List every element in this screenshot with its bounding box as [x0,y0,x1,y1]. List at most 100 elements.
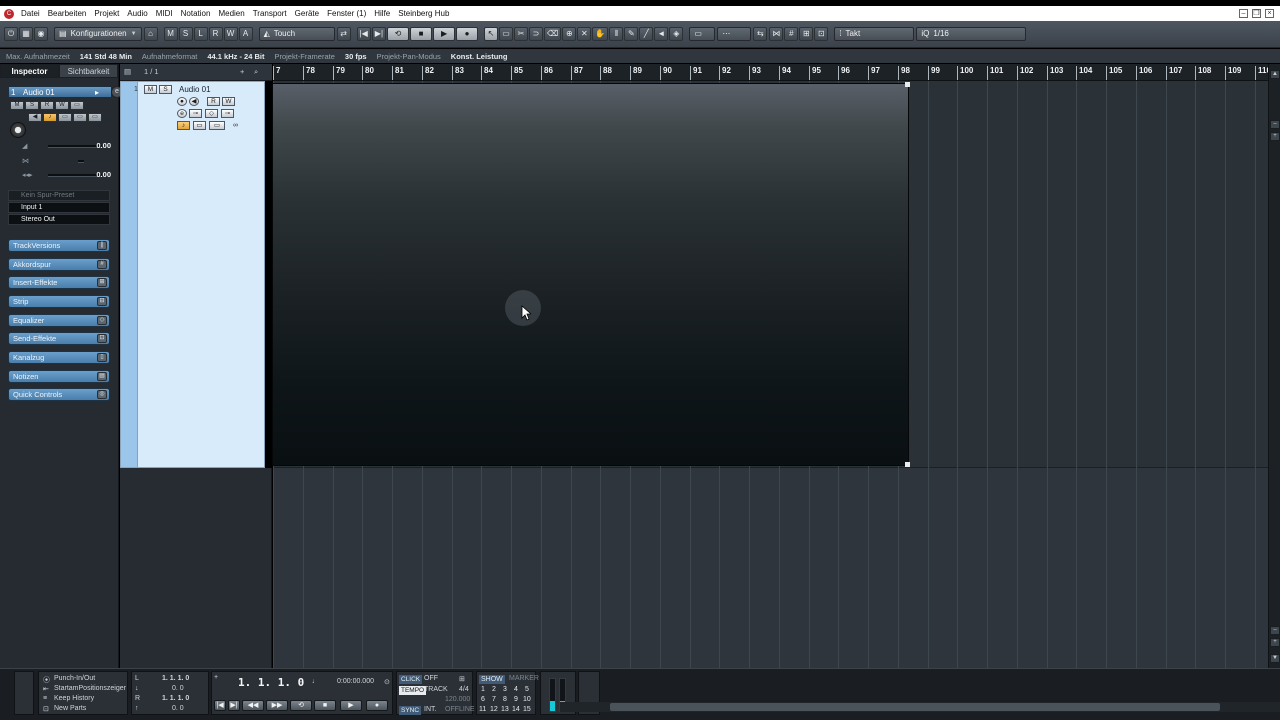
track-preset-field[interactable]: Kein Spur-Preset [8,190,110,201]
track-lanes-button[interactable]: ▭ [193,121,206,130]
track-eq-bypass-button[interactable]: ◇ [205,109,218,118]
show-markers-button[interactable]: SHOW [479,675,505,684]
menu-datei[interactable]: Datei [17,6,44,21]
read-button[interactable]: R [40,101,54,110]
menu-audio[interactable]: Audio [123,6,151,21]
line-tool-icon[interactable]: ╱ [639,27,654,41]
section-insert-effekte[interactable]: Insert-Effekte ⊞ [8,276,110,289]
play-button[interactable]: ▶ [340,700,362,711]
time-warp-icon[interactable]: ⫴ [609,27,624,41]
marker-1[interactable]: 1 [481,686,485,693]
ruler-bar-97[interactable]: 97 [868,66,880,80]
keep-history-label[interactable]: Keep History [54,695,94,702]
activate-project-button[interactable]: ⏻ [4,27,18,41]
input-routing[interactable]: Input 1 [8,202,110,213]
ruler-bar-109[interactable]: 109 [1225,66,1241,80]
video-window[interactable] [273,82,910,467]
track-monitor-button[interactable]: ◀ [189,97,199,106]
tempo-value[interactable]: 120.000 [445,696,470,703]
zoom-tool-icon[interactable]: ⊕ [562,27,577,41]
ruler-bar-100[interactable]: 100 [957,66,973,80]
output-routing[interactable]: Stereo Out [8,214,110,225]
marker-7[interactable]: 7 [492,696,496,703]
ruler-bar-78[interactable]: 78 [303,66,315,80]
cycle-button[interactable]: ⟲ [387,27,410,41]
menu-bearbeiten[interactable]: Bearbeiten [44,6,91,21]
cycle-button[interactable]: ⟲ [290,700,312,711]
edit-button[interactable]: ▭ [70,101,84,110]
global-solo-button[interactable]: S [178,27,193,41]
color-tool-icon[interactable]: ◈ [669,27,684,41]
ruler-bar-99[interactable]: 99 [928,66,940,80]
precount-icon[interactable]: ↓ [135,685,139,692]
minimize-icon[interactable]: – [1239,9,1248,18]
menu-midi[interactable]: MIDI [152,6,177,21]
stop-button[interactable]: ■ [410,27,433,41]
ruler-bar-94[interactable]: 94 [779,66,791,80]
global-a-button[interactable]: A [238,27,253,41]
new-parts-label[interactable]: New Parts [54,705,86,712]
volume-value[interactable]: 0.00 [96,141,111,150]
pan-value[interactable]: 0.00 [96,170,111,179]
section-notizen[interactable]: Notizen ▤ [8,370,110,383]
inspector-track-name[interactable]: 1 Audio 01 ▸ e [8,86,123,98]
ruler-bar-103[interactable]: 103 [1047,66,1063,80]
marker-12[interactable]: 12 [490,706,498,713]
lock-button[interactable]: ▭ [73,113,87,122]
timebase-button[interactable]: ♪ [43,113,57,122]
global-write-button[interactable]: W [223,27,238,41]
global-mute-button[interactable]: M [163,27,178,41]
marker-11[interactable]: 11 [479,706,486,713]
record-button[interactable]: ● [366,700,388,711]
track-fx-bypass-button[interactable]: ⊸ [189,109,202,118]
stop-button[interactable]: ■ [314,700,336,711]
zoom-out-vertical-icon[interactable]: – [1270,120,1280,129]
ruler-bar-104[interactable]: 104 [1076,66,1092,80]
track-timebase-button[interactable]: ♪ [177,121,190,130]
ruler-bar-7[interactable]: 7 [273,66,280,80]
marker-5[interactable]: 5 [525,686,529,693]
split-tool-icon[interactable]: ✂ [514,27,529,41]
tracklist-empty-area[interactable] [120,468,272,668]
play-button[interactable]: ▶ [433,27,456,41]
marker-6[interactable]: 6 [481,696,485,703]
tab-visibility[interactable]: Sichtbarkeit [59,64,118,78]
ruler-bar-96[interactable]: 96 [838,66,850,80]
track-record-button[interactable]: ● [177,97,187,106]
pan-fader[interactable]: ◂◂▸ 0.00 [8,170,111,181]
left-locator-icon[interactable]: L [135,675,139,682]
menu-medien[interactable]: Medien [214,6,248,21]
freeze-button[interactable]: ▭ [88,113,102,122]
link-icon[interactable]: ∞ [233,122,238,129]
postroll-value[interactable]: 0. 0 [172,705,184,712]
comp-tool-icon[interactable]: ✋ [592,27,609,41]
glue-tool-icon[interactable]: ⊃ [529,27,544,41]
new-parts-icon[interactable]: ⊡ [43,705,49,713]
section-quick-controls[interactable]: Quick Controls ◎ [8,388,110,401]
section-equalizer[interactable]: Equalizer ◇ [8,314,110,327]
write-button[interactable]: W [55,101,69,110]
erase-tool-icon[interactable]: ⌫ [544,27,562,41]
automation-mode-dropdown[interactable]: ◭ Touch [258,27,335,41]
add-track-icon[interactable]: + [240,67,244,76]
marker-3[interactable]: 3 [503,686,507,693]
sync-button[interactable]: SYNC [399,706,422,715]
grid-options-icon[interactable]: ⊞ [799,27,814,41]
marker-13[interactable]: 13 [501,706,509,713]
marker-15[interactable]: 15 [523,706,531,713]
scroll-down-icon[interactable]: ▼ [1270,654,1280,663]
delay-slider[interactable] [78,160,84,163]
click-state[interactable]: OFF [424,675,438,682]
pan-slider[interactable] [48,174,102,177]
menu-geraete[interactable]: Geräte [291,6,323,21]
horizontal-scrollbar[interactable] [560,702,1280,712]
ruler-bar-110[interactable]: 110 [1255,66,1268,80]
ruler-bar-92[interactable]: 92 [719,66,731,80]
track-sends-bypass-button[interactable]: ⊸ [221,109,234,118]
close-icon[interactable]: × [1265,9,1274,18]
punch-icon[interactable]: ⦿ [43,675,50,685]
section-trackversions[interactable]: TrackVersions || [8,239,110,252]
click-button[interactable]: CLICK [399,675,423,684]
ruler-bar-106[interactable]: 106 [1136,66,1152,80]
volume-slider[interactable] [48,145,102,148]
